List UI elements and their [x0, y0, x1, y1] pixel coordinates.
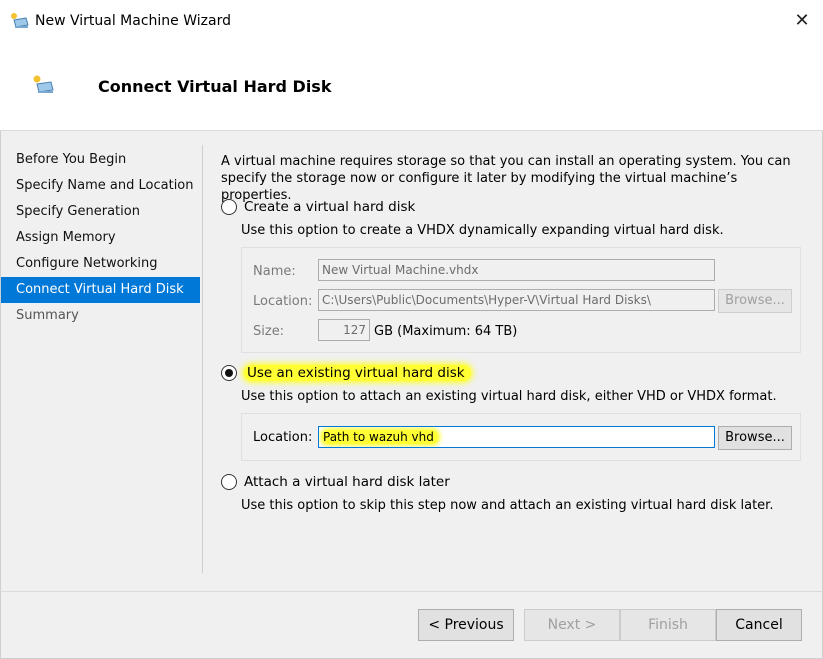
existing-vhd-group: Location: Path to wazuh vhd Browse... [241, 413, 801, 461]
vhd-location-label: Location: [253, 294, 313, 309]
existing-location-label: Location: [253, 430, 313, 445]
vhd-name-input[interactable]: New Virtual Machine.vhdx [318, 259, 715, 281]
page-title: Connect Virtual Hard Disk [98, 77, 332, 96]
create-vhd-option[interactable]: Create a virtual hard disk [221, 199, 415, 215]
previous-button[interactable]: < Previous [418, 609, 514, 641]
vhd-size-input[interactable]: 127 [318, 319, 370, 341]
attach-later-description: Use this option to skip this step now an… [241, 498, 774, 513]
create-vhd-description: Use this option to create a VHDX dynamic… [241, 223, 724, 238]
create-vhd-label[interactable]: Create a virtual hard disk [244, 199, 415, 215]
finish-button[interactable]: Finish [620, 609, 716, 641]
attach-later-option[interactable]: Attach a virtual hard disk later [221, 474, 450, 490]
nav-item-connect-vhd[interactable]: Connect Virtual Hard Disk [1, 277, 200, 303]
next-button[interactable]: Next > [524, 609, 620, 641]
nav-item-specify-generation[interactable]: Specify Generation [1, 199, 200, 225]
create-vhd-radio[interactable] [221, 199, 237, 215]
attach-later-label[interactable]: Attach a virtual hard disk later [244, 474, 450, 490]
window-title: New Virtual Machine Wizard [35, 13, 231, 29]
hyper-v-wizard-icon [11, 13, 29, 28]
cancel-button[interactable]: Cancel [716, 609, 802, 641]
existing-vhd-option[interactable]: Use an existing virtual hard disk [221, 365, 471, 381]
existing-browse-button[interactable]: Browse... [718, 426, 792, 450]
create-browse-button[interactable]: Browse... [718, 289, 792, 313]
nav-item-summary[interactable]: Summary [1, 303, 200, 329]
existing-vhd-radio[interactable] [221, 365, 237, 381]
intro-text: A virtual machine requires storage so th… [221, 154, 791, 203]
existing-location-input[interactable]: Path to wazuh vhd [318, 426, 715, 448]
vhd-location-input[interactable]: C:\Users\Public\Documents\Hyper-V\Virtua… [318, 289, 715, 311]
monitor-wizard-icon [33, 75, 54, 93]
attach-later-radio[interactable] [221, 474, 237, 490]
existing-location-value: Path to wazuh vhd [322, 430, 438, 444]
close-icon: ✕ [794, 10, 810, 31]
nav-divider [202, 145, 203, 573]
existing-vhd-label[interactable]: Use an existing virtual hard disk [244, 365, 471, 381]
wizard-footer: < Previous Next > Finish Cancel [0, 591, 823, 659]
create-vhd-group: Name: New Virtual Machine.vhdx Location:… [241, 247, 801, 353]
existing-vhd-description: Use this option to attach an existing vi… [241, 389, 777, 404]
vhd-size-unit: GB (Maximum: 64 TB) [374, 324, 518, 339]
close-button[interactable]: ✕ [791, 10, 813, 32]
title-bar: New Virtual Machine Wizard ✕ [0, 0, 823, 42]
wizard-header: Connect Virtual Hard Disk [0, 42, 823, 131]
nav-item-configure-networking[interactable]: Configure Networking [1, 251, 200, 277]
nav-item-specify-name[interactable]: Specify Name and Location [1, 173, 200, 199]
content-area: Before You Begin Specify Name and Locati… [0, 131, 823, 591]
vhd-size-label: Size: [253, 324, 285, 339]
nav-item-assign-memory[interactable]: Assign Memory [1, 225, 200, 251]
vhd-name-label: Name: [253, 264, 296, 279]
nav-item-before-you-begin[interactable]: Before You Begin [1, 147, 200, 173]
wizard-nav: Before You Begin Specify Name and Locati… [1, 147, 200, 329]
